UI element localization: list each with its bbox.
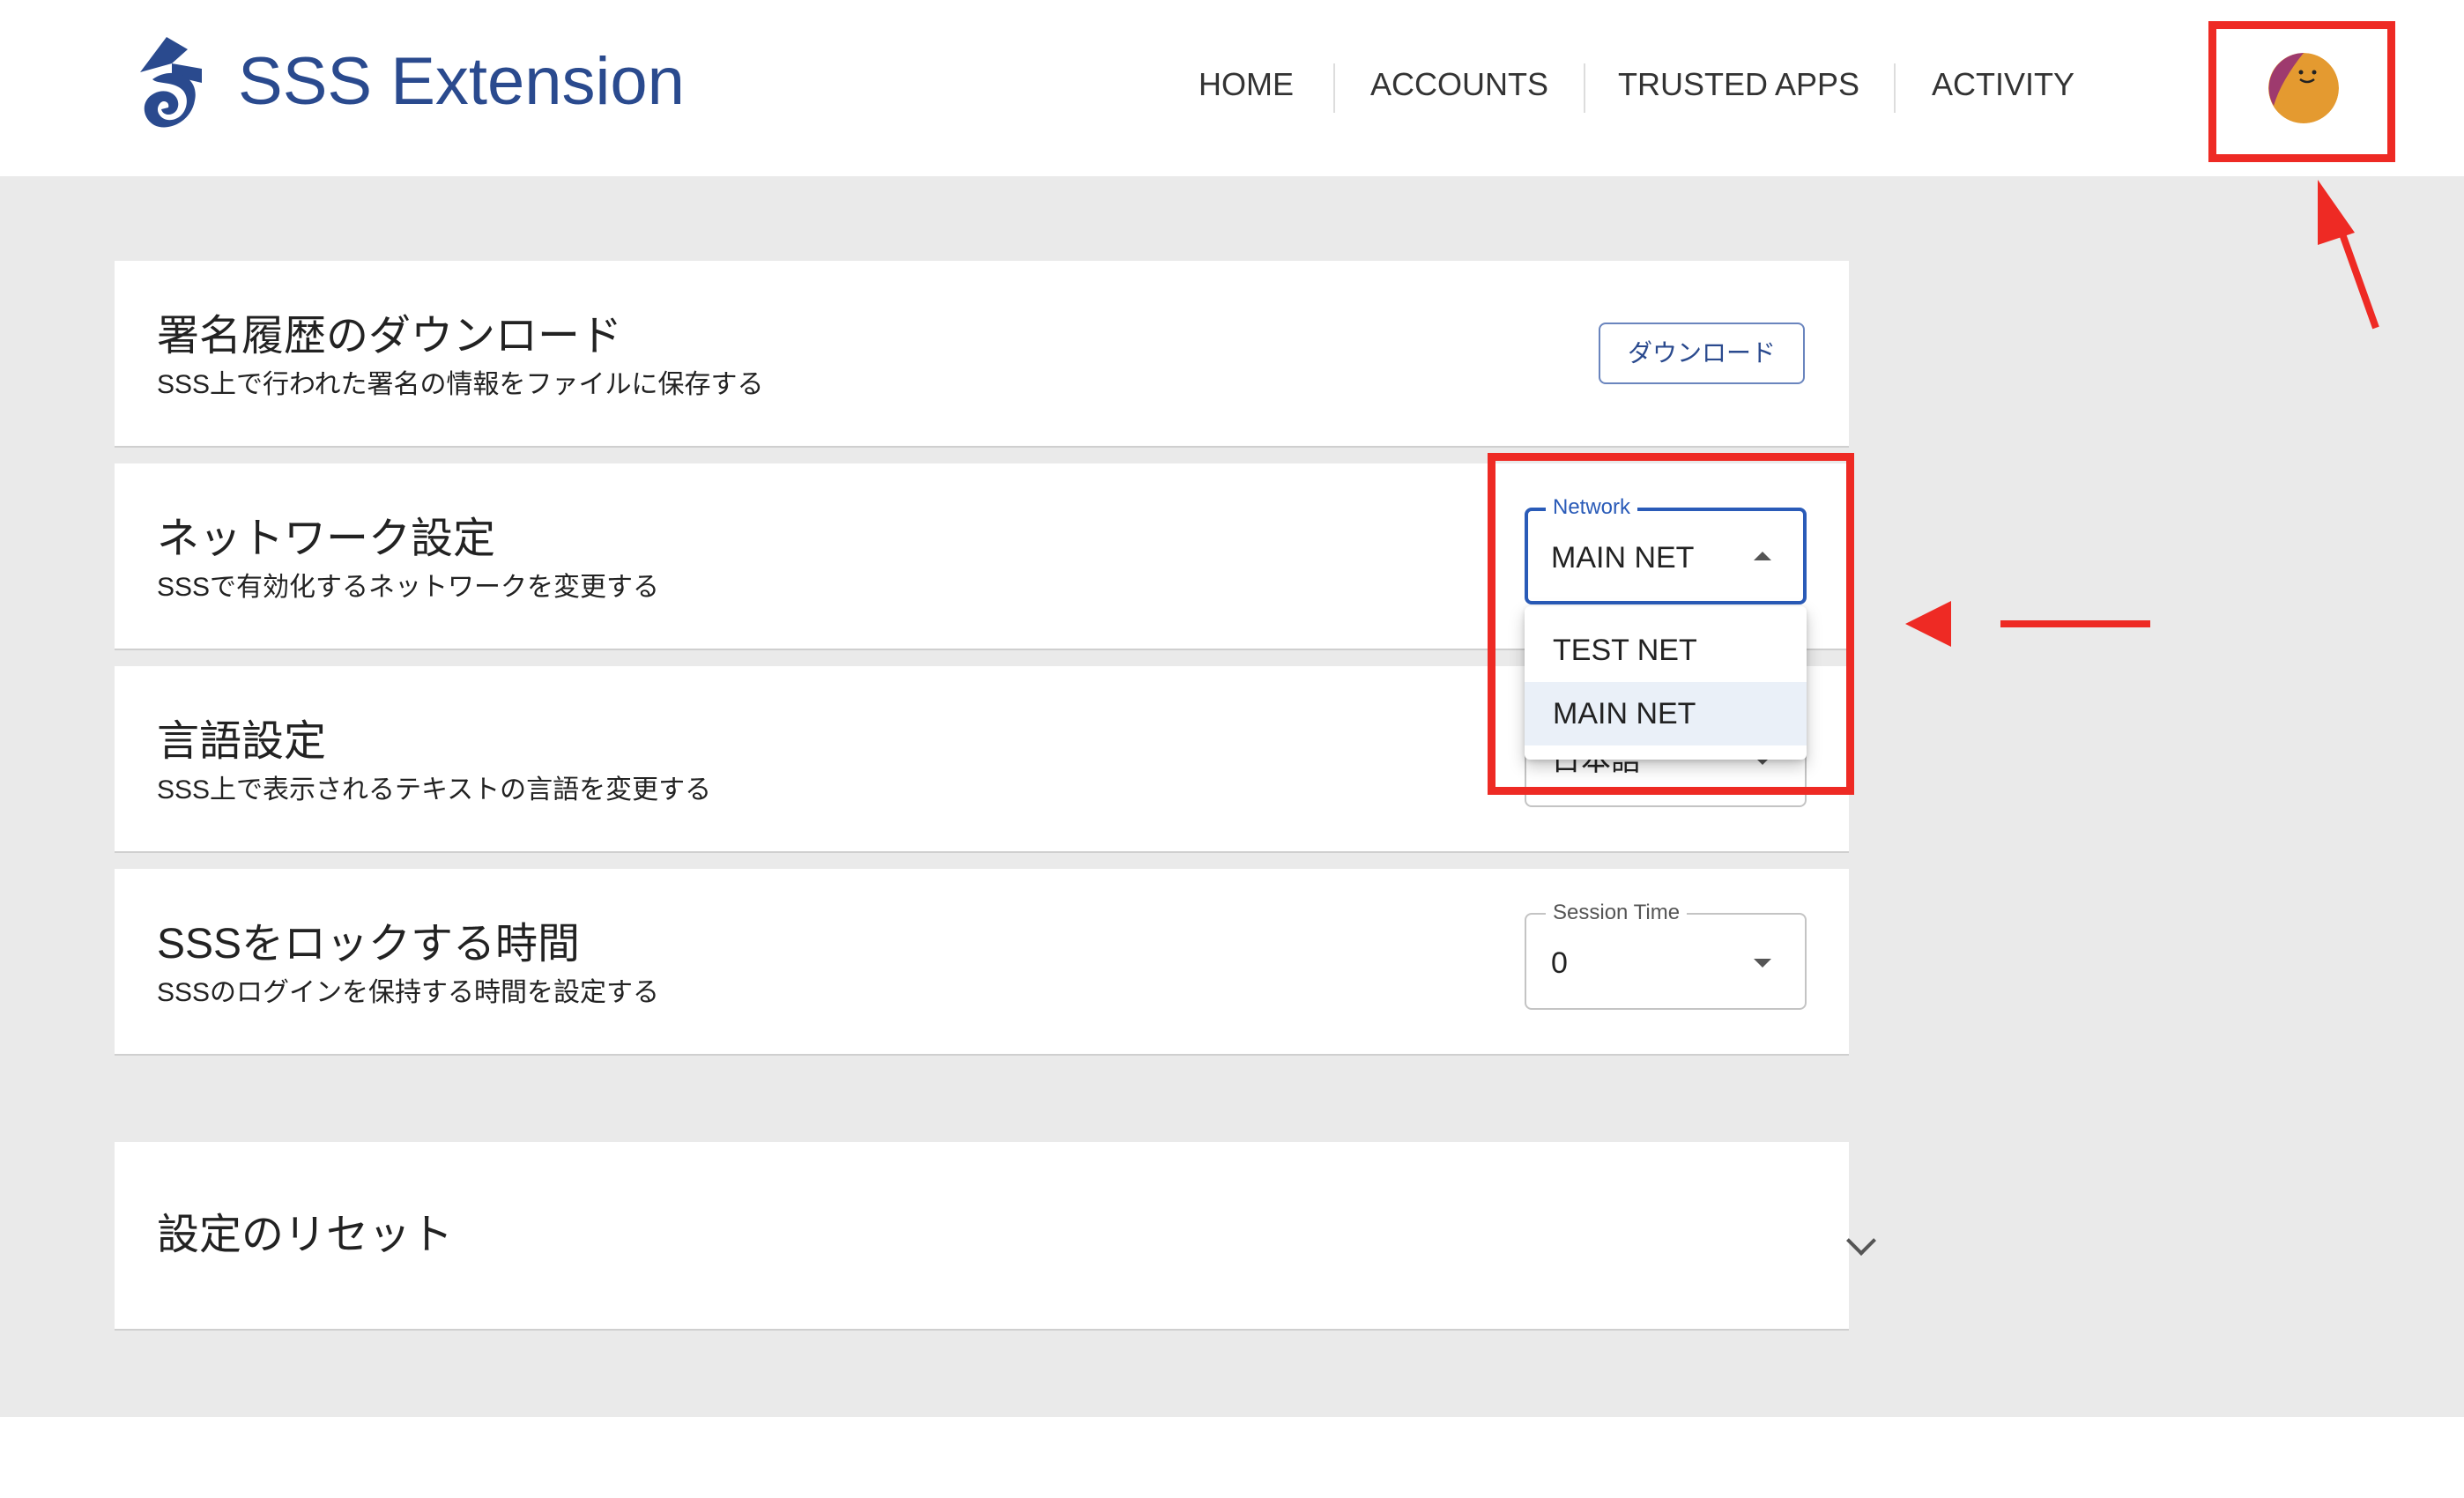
annotation-arrows <box>1905 180 2379 647</box>
arrow-to-avatar-icon <box>2318 180 2379 330</box>
arrow-to-network-icon <box>1905 601 2150 647</box>
